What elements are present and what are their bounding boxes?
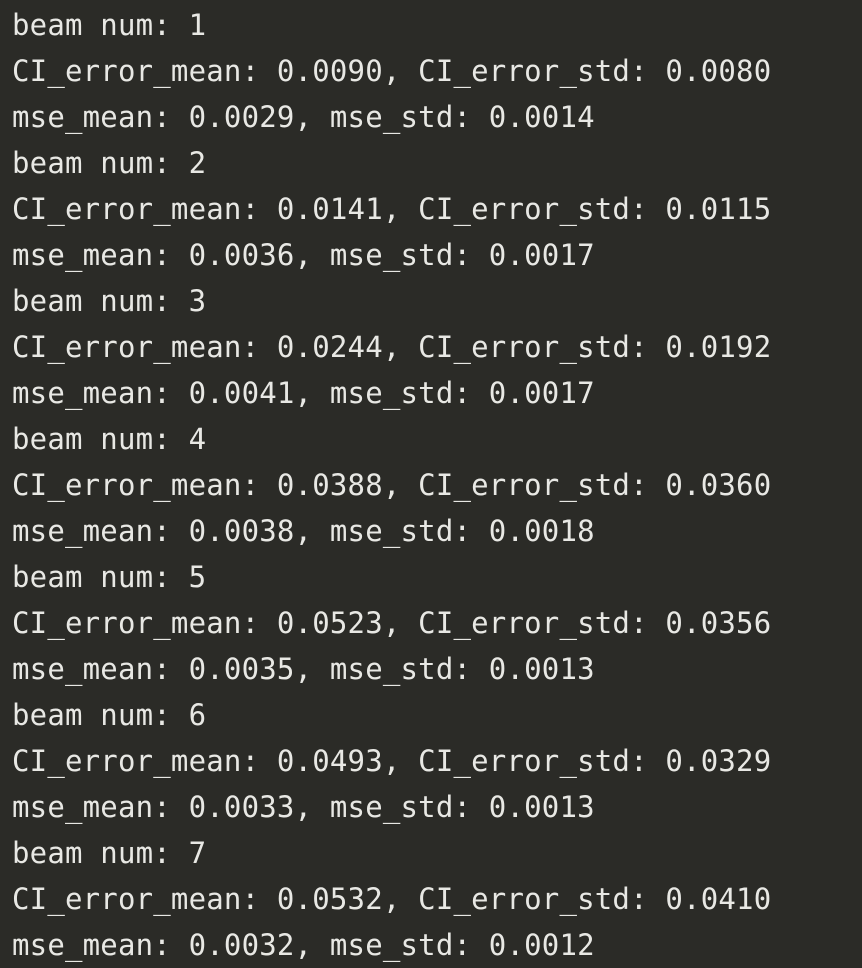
- output-line-beam-num-4: beam num: 4: [12, 422, 207, 456]
- output-line-mse-7: mse_mean: 0.0032, mse_std: 0.0012: [12, 928, 595, 962]
- output-line-beam-num-3: beam num: 3: [12, 284, 207, 318]
- output-line-mse-6: mse_mean: 0.0033, mse_std: 0.0013: [12, 790, 595, 824]
- output-line-mse-2: mse_mean: 0.0036, mse_std: 0.0017: [12, 238, 595, 272]
- output-line-ci-error-4: CI_error_mean: 0.0388, CI_error_std: 0.0…: [12, 468, 772, 502]
- output-line-ci-error-6: CI_error_mean: 0.0493, CI_error_std: 0.0…: [12, 744, 772, 778]
- output-line-beam-num-5: beam num: 5: [12, 560, 207, 594]
- output-line-mse-5: mse_mean: 0.0035, mse_std: 0.0013: [12, 652, 595, 686]
- output-line-mse-3: mse_mean: 0.0041, mse_std: 0.0017: [12, 376, 595, 410]
- output-line-ci-error-3: CI_error_mean: 0.0244, CI_error_std: 0.0…: [12, 330, 772, 364]
- output-line-beam-num-1: beam num: 1: [12, 8, 207, 42]
- output-line-ci-error-7: CI_error_mean: 0.0532, CI_error_std: 0.0…: [12, 882, 772, 916]
- terminal-output: beam num: 1 CI_error_mean: 0.0090, CI_er…: [0, 0, 862, 968]
- output-line-mse-1: mse_mean: 0.0029, mse_std: 0.0014: [12, 100, 595, 134]
- output-line-beam-num-2: beam num: 2: [12, 146, 207, 180]
- output-line-beam-num-6: beam num: 6: [12, 698, 207, 732]
- output-line-mse-4: mse_mean: 0.0038, mse_std: 0.0018: [12, 514, 595, 548]
- output-line-ci-error-2: CI_error_mean: 0.0141, CI_error_std: 0.0…: [12, 192, 772, 226]
- output-line-beam-num-7: beam num: 7: [12, 836, 207, 870]
- output-line-ci-error-5: CI_error_mean: 0.0523, CI_error_std: 0.0…: [12, 606, 772, 640]
- output-line-ci-error-1: CI_error_mean: 0.0090, CI_error_std: 0.0…: [12, 54, 772, 88]
